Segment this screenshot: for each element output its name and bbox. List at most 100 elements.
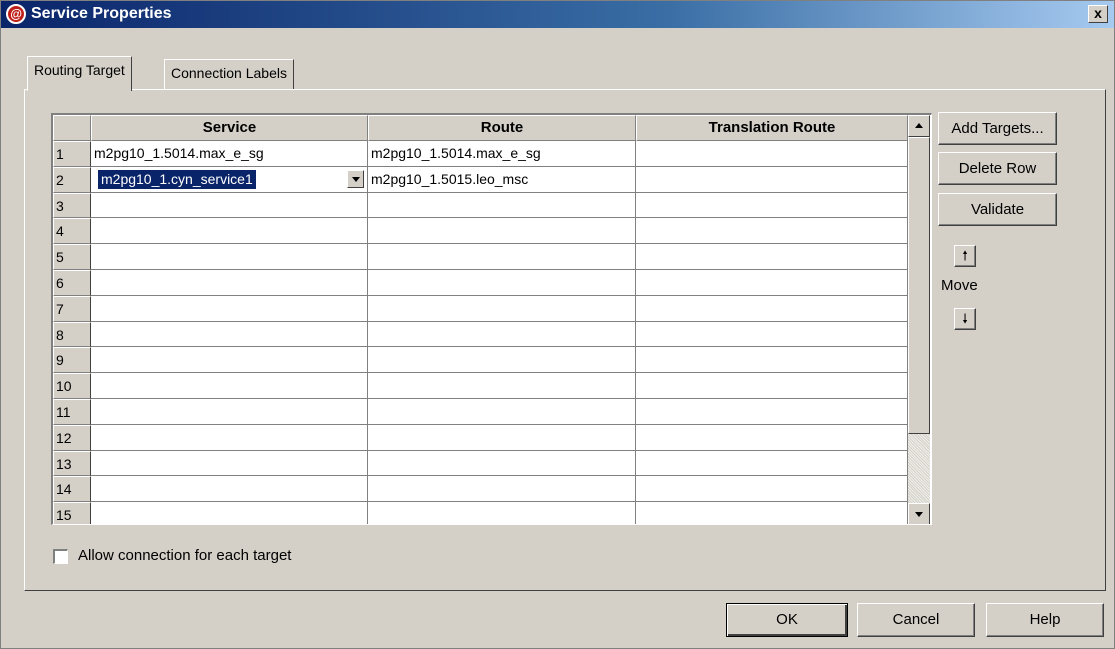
table-row[interactable]: 7: [53, 295, 908, 322]
row-number[interactable]: 4: [53, 218, 91, 245]
route-cell[interactable]: [368, 502, 636, 524]
route-cell[interactable]: [368, 424, 636, 451]
table-row[interactable]: 8: [53, 321, 908, 348]
route-cell[interactable]: [368, 373, 636, 399]
translation-route-cell[interactable]: [636, 218, 908, 245]
table-row[interactable]: 13: [53, 450, 908, 477]
translation-route-cell[interactable]: [636, 269, 908, 296]
row-number[interactable]: 3: [53, 192, 91, 219]
scroll-down-arrow-icon[interactable]: [908, 503, 930, 524]
table-row[interactable]: 6: [53, 269, 908, 296]
table-row[interactable]: 12: [53, 424, 908, 451]
service-cell[interactable]: [91, 192, 368, 219]
row-number[interactable]: 11: [53, 398, 91, 425]
route-cell[interactable]: [368, 347, 636, 374]
allow-connection-label: Allow connection for each target: [78, 547, 292, 564]
route-cell[interactable]: [368, 295, 636, 322]
column-header-route[interactable]: Route: [368, 115, 636, 141]
vertical-scrollbar[interactable]: [908, 115, 930, 524]
route-cell[interactable]: [368, 269, 636, 296]
corner-header[interactable]: [53, 115, 91, 141]
validate-button[interactable]: Validate: [938, 193, 1057, 226]
table-row[interactable]: 15: [53, 502, 908, 524]
table-row[interactable]: 3: [53, 192, 908, 219]
translation-route-cell[interactable]: [636, 192, 908, 219]
route-cell[interactable]: [368, 476, 636, 503]
row-number[interactable]: 7: [53, 295, 91, 322]
translation-route-cell[interactable]: [636, 166, 908, 193]
column-header-service[interactable]: Service: [91, 115, 368, 141]
scroll-up-arrow-icon[interactable]: [908, 115, 930, 137]
close-button[interactable]: x: [1088, 5, 1108, 23]
scroll-thumb[interactable]: [908, 137, 930, 434]
row-number[interactable]: 10: [53, 373, 91, 399]
table-row[interactable]: 5: [53, 244, 908, 270]
tab-routing-target[interactable]: Routing Target: [27, 56, 132, 91]
row-number[interactable]: 13: [53, 450, 91, 477]
title-bar[interactable]: @ Service Properties x: [1, 1, 1114, 28]
service-cell[interactable]: [91, 373, 368, 399]
column-header-translation-route[interactable]: Translation Route: [636, 115, 908, 141]
allow-connection-checkbox[interactable]: [53, 549, 68, 564]
translation-route-cell[interactable]: [636, 347, 908, 374]
translation-route-cell[interactable]: [636, 295, 908, 322]
route-cell[interactable]: [368, 450, 636, 477]
route-cell[interactable]: [368, 321, 636, 348]
table-row[interactable]: 9: [53, 347, 908, 374]
service-cell[interactable]: [91, 347, 368, 374]
route-cell[interactable]: m2pg10_1.5014.max_e_sg: [368, 141, 636, 167]
route-cell[interactable]: m2pg10_1.5015.leo_msc: [368, 166, 636, 193]
translation-route-cell[interactable]: [636, 244, 908, 270]
translation-route-cell[interactable]: [636, 424, 908, 451]
service-cell[interactable]: [91, 450, 368, 477]
table-row[interactable]: 11: [53, 398, 908, 425]
help-button[interactable]: Help: [986, 603, 1104, 637]
add-targets-button[interactable]: Add Targets...: [938, 112, 1057, 145]
row-number[interactable]: 15: [53, 502, 91, 524]
row-number[interactable]: 6: [53, 269, 91, 296]
window-title: Service Properties: [31, 5, 172, 22]
route-cell[interactable]: [368, 398, 636, 425]
table-row[interactable]: 14: [53, 476, 908, 503]
translation-route-cell[interactable]: [636, 476, 908, 503]
route-cell[interactable]: [368, 192, 636, 219]
service-cell[interactable]: [91, 476, 368, 503]
move-down-arrow-icon[interactable]: 🠗: [954, 308, 976, 330]
ok-button[interactable]: OK: [726, 603, 848, 637]
tab-connection-labels[interactable]: Connection Labels: [164, 59, 294, 89]
row-number[interactable]: 14: [53, 476, 91, 503]
row-number[interactable]: 9: [53, 347, 91, 374]
translation-route-cell[interactable]: [636, 450, 908, 477]
translation-route-cell[interactable]: [636, 141, 908, 167]
row-number[interactable]: 8: [53, 321, 91, 348]
service-cell[interactable]: [91, 398, 368, 425]
table-row[interactable]: 10: [53, 373, 908, 399]
row-number[interactable]: 1: [53, 141, 91, 167]
service-cell[interactable]: [91, 424, 368, 451]
chevron-down-icon[interactable]: [347, 169, 364, 188]
service-cell[interactable]: [91, 244, 368, 270]
route-cell[interactable]: [368, 244, 636, 270]
service-cell[interactable]: [91, 295, 368, 322]
row-number[interactable]: 12: [53, 424, 91, 451]
service-cell[interactable]: [91, 218, 368, 245]
service-combo-value[interactable]: m2pg10_1.cyn_service1: [98, 169, 256, 189]
service-cell[interactable]: m2pg10_1.5014.max_e_sg: [91, 141, 368, 167]
service-cell[interactable]: [91, 269, 368, 296]
translation-route-cell[interactable]: [636, 373, 908, 399]
table-row[interactable]: 2 m2pg10_1.cyn_service1 m2pg10_1.5015.leo_…: [53, 166, 908, 193]
delete-row-button[interactable]: Delete Row: [938, 152, 1057, 185]
translation-route-cell[interactable]: [636, 502, 908, 524]
translation-route-cell[interactable]: [636, 321, 908, 348]
service-cell[interactable]: [91, 321, 368, 348]
row-number[interactable]: 2: [53, 166, 91, 193]
cancel-button[interactable]: Cancel: [857, 603, 975, 637]
route-cell[interactable]: [368, 218, 636, 245]
row-number[interactable]: 5: [53, 244, 91, 270]
service-cell[interactable]: m2pg10_1.cyn_service1: [91, 166, 368, 193]
move-up-arrow-icon[interactable]: 🠕: [954, 245, 976, 267]
table-row[interactable]: 4: [53, 218, 908, 245]
translation-route-cell[interactable]: [636, 398, 908, 425]
service-cell[interactable]: [91, 502, 368, 524]
table-row[interactable]: 1 m2pg10_1.5014.max_e_sg m2pg10_1.5014.max…: [53, 141, 908, 167]
